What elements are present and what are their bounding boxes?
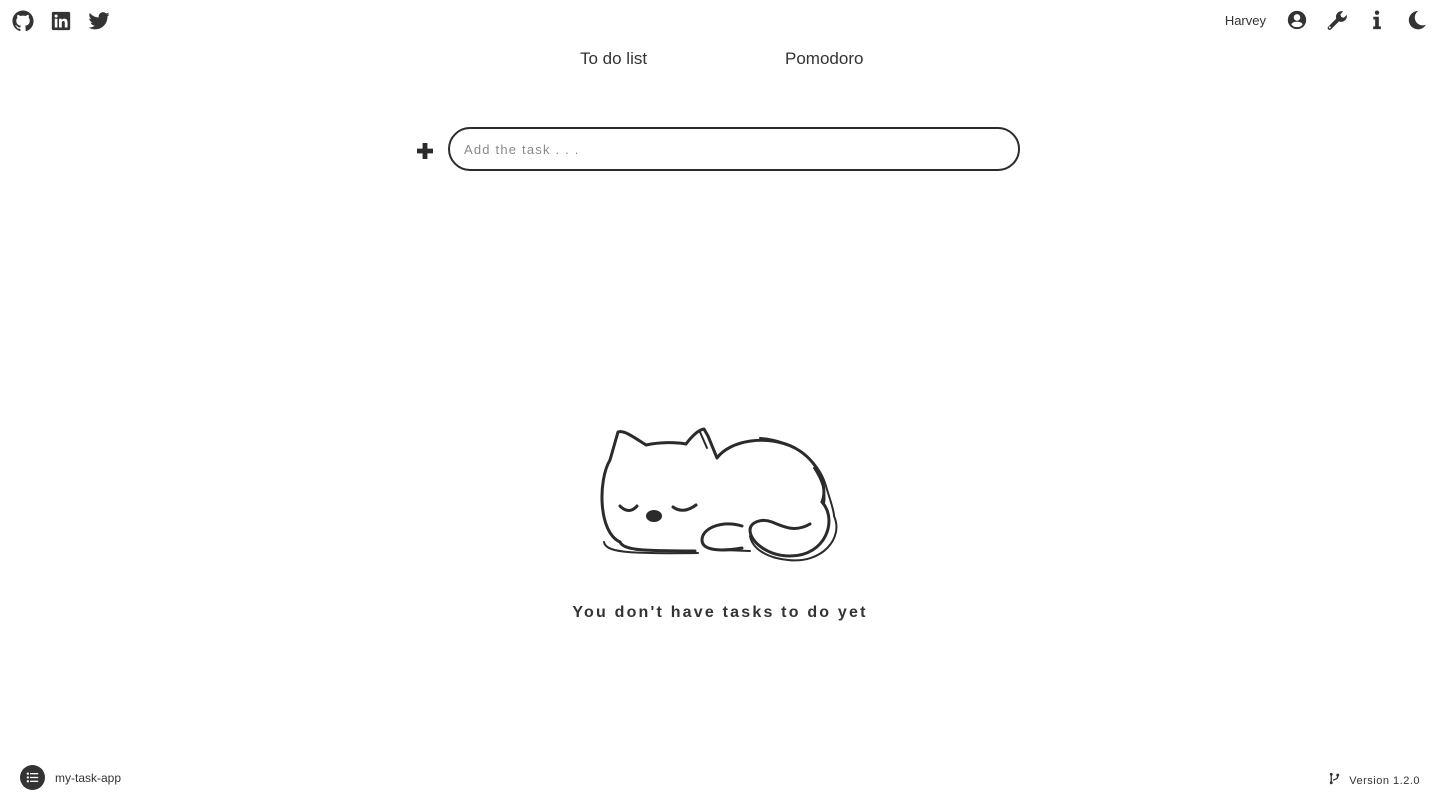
user-toolbar: Harvey — [1225, 9, 1428, 31]
empty-state-message: You don't have tasks to do yet — [572, 604, 868, 621]
tab-pomodoro[interactable]: Pomodoro — [785, 49, 863, 69]
tab-to-do-list[interactable]: To do list — [580, 49, 647, 69]
sleeping-cat-illustration — [600, 427, 838, 562]
add-task-button[interactable] — [410, 136, 440, 166]
user-circle-icon[interactable] — [1286, 9, 1308, 31]
username: Harvey — [1224, 12, 1266, 28]
linkedin-icon[interactable] — [50, 10, 72, 32]
version-info: Version 1.2.0 — [1328, 772, 1420, 790]
wrench-icon[interactable] — [1326, 9, 1348, 31]
app-badge: my-task-app — [20, 765, 121, 790]
app-name: my-task-app — [55, 770, 122, 785]
info-icon[interactable] — [1366, 9, 1388, 31]
social-links — [12, 10, 110, 32]
task-list-icon[interactable] — [20, 765, 45, 790]
github-icon[interactable] — [12, 10, 34, 32]
task-input[interactable] — [448, 127, 1020, 171]
version-label: Version 1.2.0 — [1349, 775, 1420, 787]
twitter-icon[interactable] — [88, 10, 110, 32]
moon-icon[interactable] — [1406, 9, 1428, 31]
code-branch-icon — [1328, 772, 1341, 790]
main-tabs: To do list Pomodoro — [0, 49, 1440, 73]
plus-icon — [417, 143, 433, 159]
add-task-row — [410, 127, 1024, 175]
